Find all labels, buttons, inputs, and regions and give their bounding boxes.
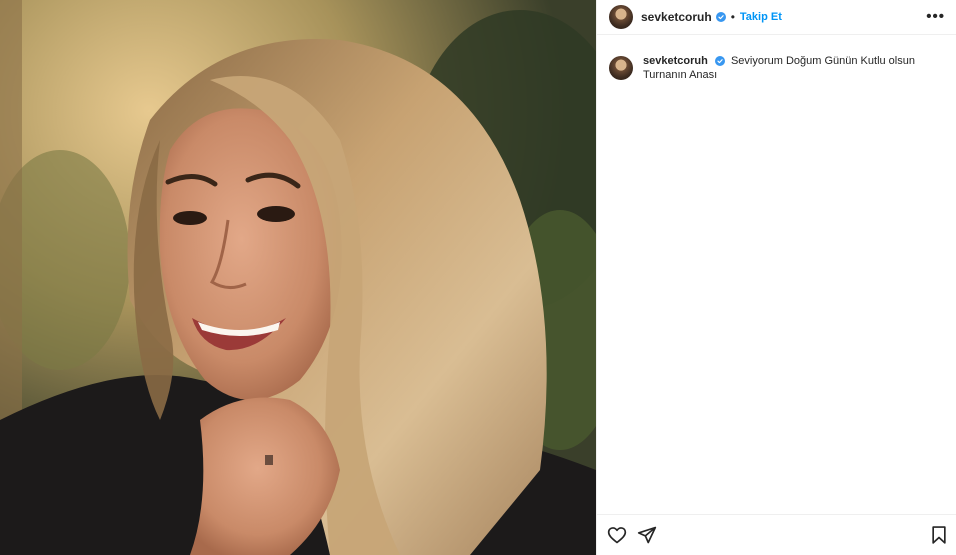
- instagram-post: sevketcoruh • Takip Et ••• sevketcoruh S…: [0, 0, 956, 555]
- follow-button[interactable]: Takip Et: [740, 11, 782, 23]
- caption-body: sevketcoruh Seviyorum Doğum Günün Kutlu …: [643, 54, 929, 82]
- avatar[interactable]: [609, 5, 633, 29]
- post-photo[interactable]: [0, 0, 596, 555]
- post-header: sevketcoruh • Takip Et •••: [597, 0, 956, 35]
- bookmark-icon[interactable]: [929, 525, 949, 545]
- more-options-icon[interactable]: •••: [926, 9, 945, 24]
- post-caption: sevketcoruh Seviyorum Doğum Günün Kutlu …: [609, 54, 929, 82]
- post-side-panel: sevketcoruh • Takip Et ••• sevketcoruh S…: [596, 0, 956, 555]
- verified-badge-icon: [714, 56, 725, 66]
- caption-avatar[interactable]: [609, 56, 633, 80]
- portrait-image: [0, 0, 596, 555]
- send-icon[interactable]: [637, 525, 657, 545]
- verified-badge-icon: [715, 12, 726, 22]
- heart-icon[interactable]: [607, 525, 627, 545]
- separator-dot: •: [730, 10, 735, 24]
- post-actions: [597, 514, 956, 555]
- header-username[interactable]: sevketcoruh: [641, 10, 712, 24]
- caption-username[interactable]: sevketcoruh: [643, 55, 708, 67]
